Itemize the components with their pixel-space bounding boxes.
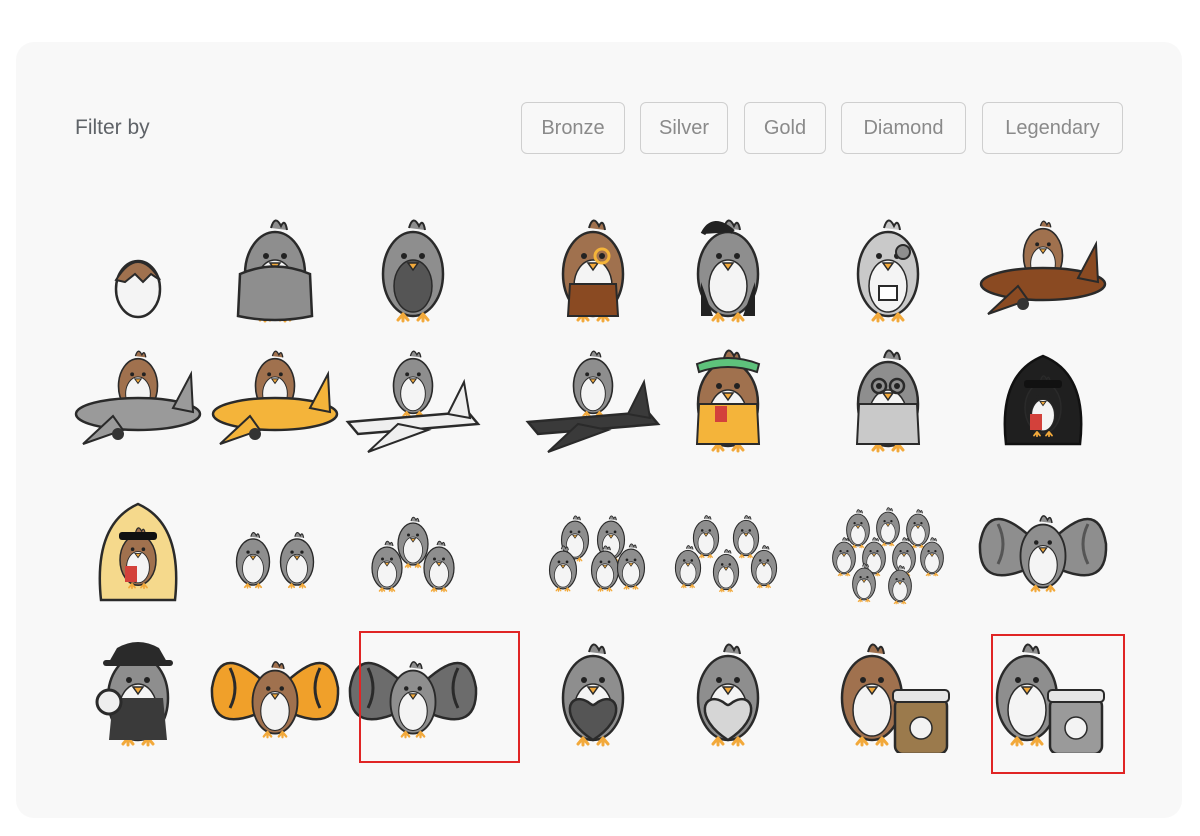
filter-gold-button[interactable]: Gold bbox=[744, 102, 826, 154]
robot-bird-icon[interactable] bbox=[813, 204, 963, 329]
five-birds-icon[interactable] bbox=[653, 484, 803, 609]
brown-plane-pilot-bird-icon[interactable] bbox=[968, 204, 1118, 329]
flying-bird-icon[interactable] bbox=[968, 484, 1118, 609]
leather-jacket-bird-icon[interactable] bbox=[653, 204, 803, 329]
selection-highlight-gray-butterfly-bird bbox=[359, 631, 520, 763]
brown-jar-bird-icon[interactable] bbox=[813, 628, 963, 753]
gray-plane-pilot-bird-icon[interactable] bbox=[63, 334, 213, 459]
selection-highlight-gray-jar-bird bbox=[991, 634, 1125, 774]
dark-heart-bird-icon[interactable] bbox=[518, 628, 668, 753]
filter-legendary-button[interactable]: Legendary bbox=[982, 102, 1123, 154]
blanket-bird-icon[interactable] bbox=[200, 204, 350, 329]
yellow-plane-pilot-bird-icon[interactable] bbox=[200, 334, 350, 459]
four-birds-icon[interactable] bbox=[518, 484, 668, 609]
filter-silver-button[interactable]: Silver bbox=[640, 102, 728, 154]
filter-diamond-button[interactable]: Diamond bbox=[841, 102, 966, 154]
glasses-card-bird-icon[interactable] bbox=[813, 334, 963, 459]
white-jet-pilot-bird-icon[interactable] bbox=[338, 334, 488, 459]
two-birds-icon[interactable] bbox=[200, 484, 350, 609]
light-heart-bird-icon[interactable] bbox=[653, 628, 803, 753]
visor-card-bird-icon[interactable] bbox=[653, 334, 803, 459]
egg-bird-icon[interactable] bbox=[63, 204, 213, 329]
yellow-hoodie-bird-icon[interactable] bbox=[63, 484, 213, 609]
detective-bird-icon[interactable] bbox=[63, 628, 213, 753]
hoodie-card-bird-icon[interactable] bbox=[968, 334, 1118, 459]
monarch-butterfly-bird-icon[interactable] bbox=[200, 628, 350, 753]
three-birds-icon[interactable] bbox=[338, 484, 488, 609]
bird-flock-icon[interactable] bbox=[813, 484, 963, 609]
filter-label: Filter by bbox=[75, 116, 150, 139]
monocle-bird-icon[interactable] bbox=[518, 204, 668, 329]
filter-bronze-button[interactable]: Bronze bbox=[521, 102, 625, 154]
dark-jet-pilot-bird-icon[interactable] bbox=[518, 334, 668, 459]
plaid-shirt-bird-icon[interactable] bbox=[338, 204, 488, 329]
